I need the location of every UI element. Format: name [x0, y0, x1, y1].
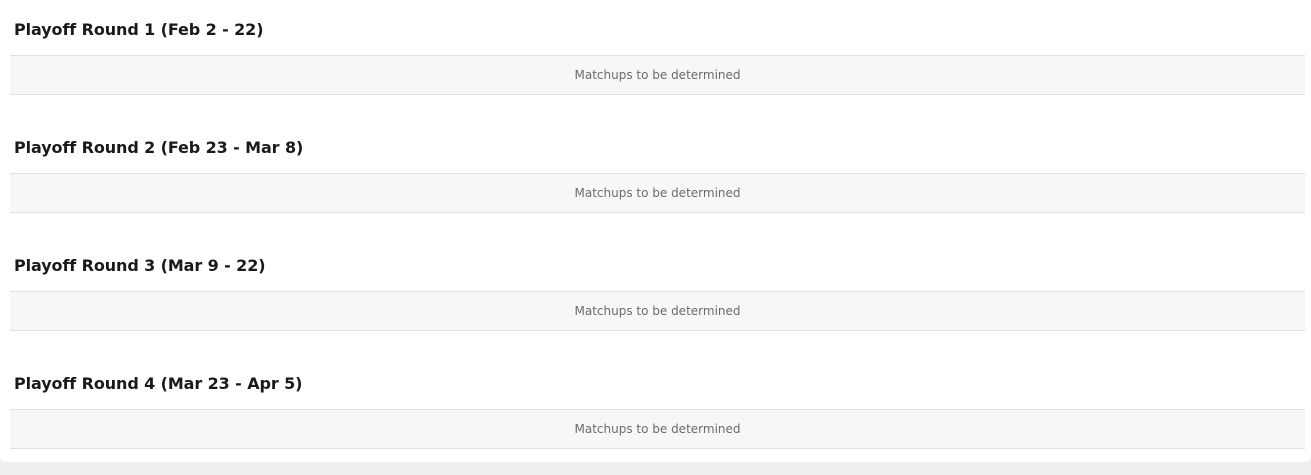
matchups-placeholder: Matchups to be determined [10, 291, 1305, 331]
round-title: Playoff Round 3 (Mar 9 - 22) [14, 256, 266, 275]
playoff-round-1: Playoff Round 1 (Feb 2 - 22) Matchups to… [0, 0, 1311, 96]
playoff-round-4: Playoff Round 4 (Mar 23 - Apr 5) Matchup… [0, 354, 1311, 450]
round-title: Playoff Round 2 (Feb 23 - Mar 8) [14, 138, 304, 157]
matchups-status-text: Matchups to be determined [574, 304, 741, 318]
matchups-status-text: Matchups to be determined [574, 68, 741, 82]
playoff-schedule-card: Playoff Round 1 (Feb 2 - 22) Matchups to… [0, 0, 1311, 462]
round-title: Playoff Round 4 (Mar 23 - Apr 5) [14, 374, 303, 393]
matchups-placeholder: Matchups to be determined [10, 409, 1305, 449]
matchups-placeholder: Matchups to be determined [10, 173, 1305, 213]
playoff-round-2: Playoff Round 2 (Feb 23 - Mar 8) Matchup… [0, 118, 1311, 214]
matchups-status-text: Matchups to be determined [574, 422, 741, 436]
round-title: Playoff Round 1 (Feb 2 - 22) [14, 20, 264, 39]
matchups-placeholder: Matchups to be determined [10, 55, 1305, 95]
matchups-status-text: Matchups to be determined [574, 186, 741, 200]
playoff-round-3: Playoff Round 3 (Mar 9 - 22) Matchups to… [0, 236, 1311, 332]
